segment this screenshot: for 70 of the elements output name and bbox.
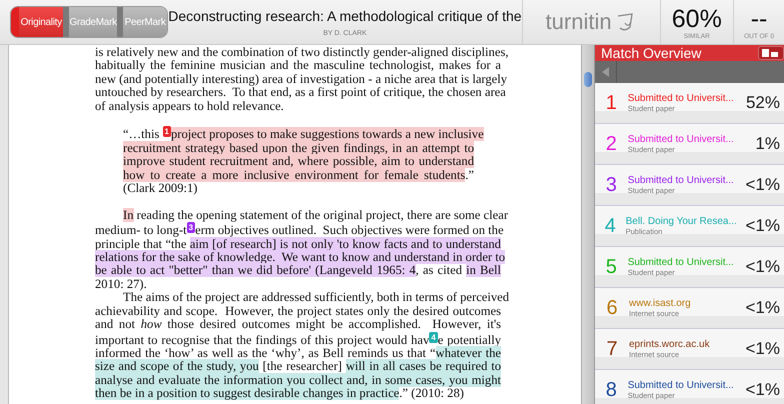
paper-text: (Clark 2009:1) bbox=[123, 181, 198, 196]
match-number: 5 bbox=[604, 256, 618, 278]
scrollbar[interactable] bbox=[581, 45, 594, 404]
match-percent: <1% bbox=[744, 339, 781, 359]
highlighted-text[interactable]: relations for the sake of knowledge. We want to know and understand in order to bbox=[95, 250, 506, 264]
match-number: 2 bbox=[604, 132, 618, 156]
match-source: eprints.worc.ac.uk bbox=[629, 339, 711, 350]
panel-title: Match Overview bbox=[601, 45, 702, 61]
view-toggle-icon[interactable] bbox=[758, 46, 784, 60]
paper-text: 2010: 27). bbox=[95, 276, 147, 291]
match-percent: <1% bbox=[744, 257, 781, 277]
paper-text: , as cited bbox=[416, 263, 463, 278]
paper-text: .” bbox=[465, 168, 474, 182]
paper-text: is relatively new and the combination of two distinctly gender-aligned disciplines, bbox=[95, 45, 508, 59]
match-source: Submitted to Universit... bbox=[628, 93, 734, 104]
match-number: 3 bbox=[604, 174, 618, 196]
paper-text: The aims of the project are addressed sufficiently, both in terms of perceived bbox=[123, 290, 510, 304]
paper-text: habitually the feminine musician and the masculine technologist, makes for a bbox=[95, 58, 501, 72]
match-percent: <1% bbox=[744, 175, 781, 195]
grade-score: -- bbox=[750, 4, 768, 32]
highlighted-text[interactable]: how to create a more inclusive environment for female students bbox=[123, 168, 466, 182]
match-source: Submitted to Universit... bbox=[628, 134, 734, 145]
paper-text: medium- to long-t bbox=[95, 223, 187, 238]
paper-text: e potentially bbox=[438, 332, 501, 346]
match-number: 1 bbox=[604, 92, 618, 114]
highlighted-text[interactable]: aim [of research] is not only 'to know facts and to understand bbox=[190, 236, 501, 251]
paper-text: [the researcher] bbox=[262, 359, 343, 374]
highlighted-text[interactable]: recruitment strategy based upon the given findings, in an attempt to bbox=[123, 140, 474, 155]
document-title: Deconstructing research: A methodological critique of the bbox=[168, 8, 522, 24]
match-number: 8 bbox=[604, 378, 618, 402]
paper-text: .” (2010: 28) bbox=[399, 386, 464, 400]
paper-text: new (and potentially interesting) area of investigation - a niche area that is largely bbox=[95, 72, 508, 86]
brand-logo: turnitin bbox=[546, 9, 612, 35]
match-number: 6 bbox=[605, 296, 619, 320]
paper-text: informed the ‘how’ as well as the ‘why’, as Bell reminds us that “ bbox=[95, 346, 436, 360]
match-percent: <1% bbox=[744, 380, 781, 400]
match-source: Submitted to Universit... bbox=[628, 175, 734, 186]
highlighted-text[interactable]: size and scope of the study, you bbox=[95, 359, 259, 374]
match-number: 7 bbox=[605, 338, 619, 360]
highlighted-text[interactable]: In bbox=[123, 208, 134, 222]
paper-text: important to recognise that the findings of this project would hav bbox=[95, 332, 430, 346]
highlighted-text[interactable]: will in all cases be required to bbox=[346, 359, 502, 374]
paper-text: erm objectives outlined. Such objectives were formed on the bbox=[195, 223, 504, 238]
highlighted-text[interactable]: be able to act "better" than we did before' (Langeveld 1965: 4 bbox=[95, 263, 416, 278]
paper-text: principle that “the bbox=[95, 236, 188, 251]
highlighted-text[interactable]: whatever the bbox=[436, 346, 501, 360]
match-number: 4 bbox=[604, 214, 617, 238]
highlighted-text[interactable]: improve student recruitment and, where possible, aim to understand bbox=[123, 154, 474, 168]
match-marker[interactable]: 1 bbox=[162, 126, 171, 138]
match-percent: 52% bbox=[744, 93, 781, 113]
match-percent: <1% bbox=[744, 216, 781, 236]
match-source: Submitted to Universit... bbox=[628, 380, 734, 391]
highlighted-text[interactable]: analyse and evaluate the information you collect and, in some cases, you might bbox=[95, 372, 501, 387]
paper-text: “…this bbox=[123, 127, 160, 142]
match-source: Submitted to Universit... bbox=[628, 257, 734, 268]
mode-tab[interactable]: Originality bbox=[11, 7, 64, 37]
paper-text: achievability and scope. However, the project states only the desired outcomes bbox=[95, 304, 501, 318]
paper-text: untouched by researchers. To that end, as a first point of critique, the chosen area bbox=[95, 85, 506, 100]
paper-text: reading the opening statement of the original project, there are some clear bbox=[136, 208, 508, 222]
highlighted-text[interactable]: project proposes to make suggestions towards a new inclusive bbox=[170, 127, 484, 142]
match-marker[interactable]: 3 bbox=[186, 222, 196, 234]
paper-text: and not how those desired outcomes might be accomplished. However, it's bbox=[95, 317, 502, 332]
match-percent: <1% bbox=[744, 298, 781, 318]
match-source: www.isast.org bbox=[629, 298, 692, 309]
highlighted-text[interactable]: in Bell bbox=[466, 263, 501, 278]
paper-text: of analysis appears to hold relevance. bbox=[95, 98, 284, 113]
highlighted-text[interactable]: then be in a position to suggest desirable changes in practice bbox=[95, 386, 400, 400]
match-percent: 1% bbox=[754, 134, 781, 154]
match-source: Bell. Doing Your Resea... bbox=[626, 216, 737, 227]
similarity-score: 60% bbox=[672, 4, 722, 32]
